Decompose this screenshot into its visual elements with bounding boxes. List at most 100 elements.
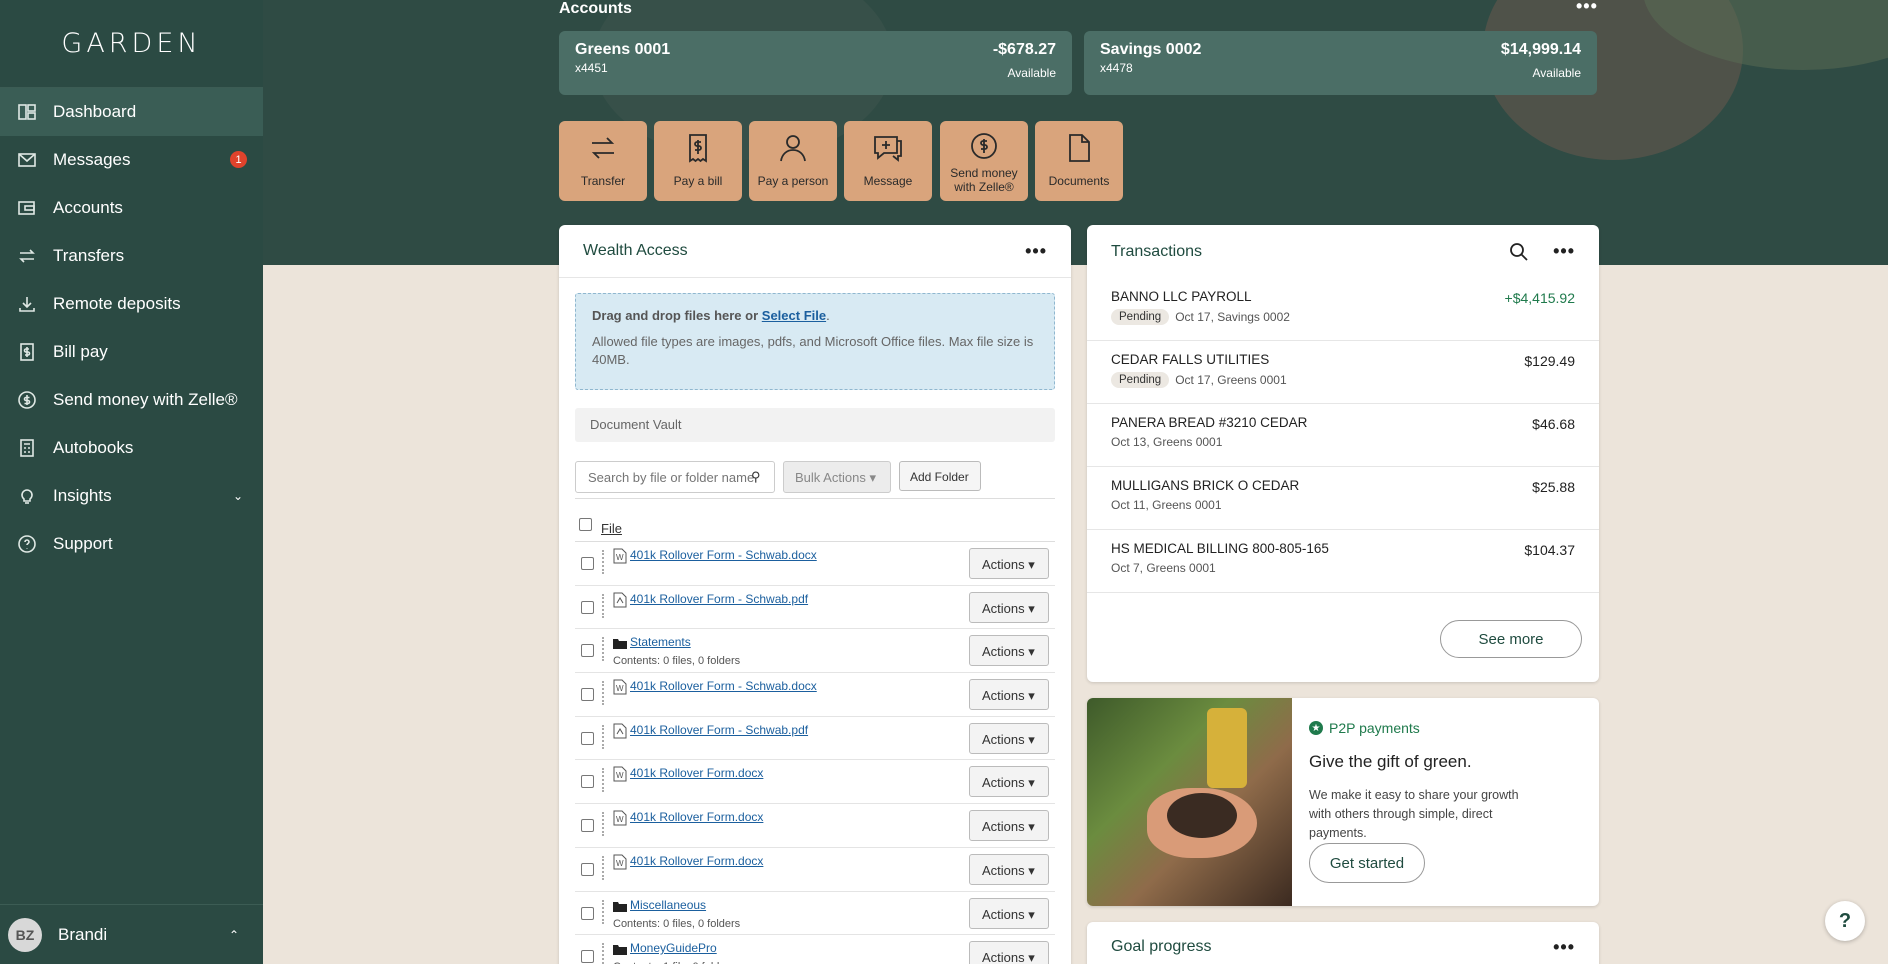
sidebar-item-transfers[interactable]: Transfers xyxy=(0,232,263,280)
row-checkbox[interactable] xyxy=(581,819,594,833)
sidebar-item-insights[interactable]: Insights ⌄ xyxy=(0,472,263,520)
more-icon[interactable]: ••• xyxy=(1553,241,1575,262)
quick-action-transfer[interactable]: Transfer xyxy=(559,121,647,201)
file-name-link[interactable]: 401k Rollover Form - Schwab.docx xyxy=(630,548,817,562)
file-name-link[interactable]: 401k Rollover Form - Schwab.docx xyxy=(630,679,817,693)
actions-dropdown[interactable]: Actions ▾ xyxy=(969,722,1049,754)
folder-icon xyxy=(613,941,627,957)
goal-progress-header: Goal progress ••• xyxy=(1087,922,1599,964)
accounts-more-icon[interactable]: ••• xyxy=(1576,0,1598,17)
quick-action-documents[interactable]: Documents xyxy=(1035,121,1123,201)
wealth-access-card: Wealth Access ••• Drag and drop files he… xyxy=(559,225,1071,964)
more-icon[interactable]: ••• xyxy=(1553,937,1575,958)
drag-handle[interactable] xyxy=(602,943,604,964)
select-all-checkbox[interactable] xyxy=(579,518,592,531)
drag-handle[interactable] xyxy=(602,812,604,837)
search-icon[interactable] xyxy=(1509,242,1529,262)
sidebar-item-autobooks[interactable]: Autobooks xyxy=(0,424,263,472)
user-menu[interactable]: BZ Brandi ⌃ xyxy=(0,904,263,964)
promo-tag-label: P2P payments xyxy=(1329,720,1420,736)
transactions-header: Transactions ••• xyxy=(1087,225,1599,278)
drag-handle[interactable] xyxy=(602,681,604,706)
caret-down-icon: ▾ xyxy=(1028,688,1035,704)
row-checkbox[interactable] xyxy=(581,644,594,658)
actions-dropdown[interactable]: Actions ▾ xyxy=(969,941,1049,964)
sidebar-item-zelle[interactable]: Send money with Zelle® xyxy=(0,376,263,424)
sidebar-item-remote-deposits[interactable]: Remote deposits xyxy=(0,280,263,328)
drag-handle[interactable] xyxy=(602,550,604,574)
quick-action-zelle[interactable]: Send money with Zelle® xyxy=(940,121,1028,201)
more-icon[interactable]: ••• xyxy=(1025,241,1047,262)
actions-dropdown[interactable]: Actions ▾ xyxy=(969,897,1049,929)
actions-dropdown[interactable]: Actions ▾ xyxy=(969,853,1049,885)
row-checkbox[interactable] xyxy=(581,557,594,570)
pending-badge: Pending xyxy=(1111,309,1170,325)
file-column-header[interactable]: File xyxy=(601,521,622,536)
quick-action-pay-bill[interactable]: Pay a bill xyxy=(654,121,742,201)
drag-handle[interactable] xyxy=(602,768,604,793)
sidebar-nav: Dashboard Messages 1 Accounts Transfers … xyxy=(0,88,263,568)
row-checkbox[interactable] xyxy=(581,862,594,876)
file-name-link[interactable]: 401k Rollover Form - Schwab.pdf xyxy=(630,723,808,737)
row-checkbox[interactable] xyxy=(581,775,594,789)
drag-handle[interactable] xyxy=(602,637,604,662)
help-circle-icon xyxy=(16,533,38,555)
help-button[interactable]: ? xyxy=(1825,901,1865,941)
file-name-link[interactable]: Miscellaneous xyxy=(630,898,706,912)
file-drop-zone[interactable]: Drag and drop files here or Select File.… xyxy=(575,293,1055,390)
sidebar-item-support[interactable]: Support xyxy=(0,520,263,568)
sidebar-item-messages[interactable]: Messages 1 xyxy=(0,136,263,184)
sidebar-item-dashboard[interactable]: Dashboard xyxy=(0,88,263,136)
bulk-actions-dropdown[interactable]: Bulk Actions ▾ xyxy=(783,461,891,493)
row-checkbox[interactable] xyxy=(581,600,594,614)
file-name-link[interactable]: MoneyGuidePro xyxy=(630,941,717,955)
sidebar-item-accounts[interactable]: Accounts xyxy=(0,184,263,232)
actions-dropdown[interactable]: Actions ▾ xyxy=(969,679,1049,711)
search-icon: ⚲ xyxy=(751,469,761,484)
transaction-row[interactable]: BANNO LLC PAYROLL Pending Oct 17, Savings … xyxy=(1087,278,1599,341)
sidebar-item-label: Accounts xyxy=(53,198,123,217)
actions-dropdown[interactable]: Actions ▾ xyxy=(969,635,1049,667)
sidebar-item-bill-pay[interactable]: Bill pay xyxy=(0,328,263,376)
file-name-link[interactable]: 401k Rollover Form.docx xyxy=(630,766,763,780)
boot-shape xyxy=(1207,708,1247,788)
row-checkbox[interactable] xyxy=(581,950,594,964)
row-checkbox[interactable] xyxy=(581,688,594,702)
row-checkbox[interactable] xyxy=(581,906,594,920)
quick-action-label: Message xyxy=(863,174,913,188)
see-more-button[interactable]: See more xyxy=(1440,620,1582,658)
drag-handle[interactable] xyxy=(602,724,604,749)
add-folder-button[interactable]: Add Folder xyxy=(899,461,981,491)
file-name-link[interactable]: Statements xyxy=(630,635,691,649)
account-card-greens[interactable]: Greens 0001 x4451 -$678.27 Available xyxy=(559,31,1072,95)
actions-dropdown[interactable]: Actions ▾ xyxy=(969,810,1049,842)
accounts-title: Accounts xyxy=(559,0,632,17)
drag-handle[interactable] xyxy=(602,855,604,880)
row-checkbox[interactable] xyxy=(581,731,594,745)
file-name-link[interactable]: 401k Rollover Form.docx xyxy=(630,854,763,868)
quick-action-message[interactable]: Message xyxy=(844,121,932,201)
chevron-down-icon: ⌄ xyxy=(232,489,243,503)
quick-action-pay-person[interactable]: Pay a person xyxy=(749,121,837,201)
actions-dropdown[interactable]: Actions ▾ xyxy=(969,548,1049,579)
account-card-savings[interactable]: Savings 0002 x4478 $14,999.14 Available xyxy=(1084,31,1597,95)
drag-handle[interactable] xyxy=(602,899,604,924)
transaction-row[interactable]: MULLIGANS BRICK O CEDAR Oct 11, Greens 00… xyxy=(1087,467,1599,530)
get-started-button[interactable]: Get started xyxy=(1309,843,1425,883)
file-name-link[interactable]: 401k Rollover Form.docx xyxy=(630,810,763,824)
actions-dropdown[interactable]: Actions ▾ xyxy=(969,591,1049,623)
transaction-amount: +$4,415.92 xyxy=(1504,290,1575,306)
app-logo[interactable]: GARDEN xyxy=(0,0,263,88)
transaction-row[interactable]: CEDAR FALLS UTILITIES Pending Oct 17, Gree… xyxy=(1087,341,1599,404)
file-name-link[interactable]: 401k Rollover Form - Schwab.pdf xyxy=(630,592,808,606)
select-file-link[interactable]: Select File xyxy=(762,308,826,323)
pending-badge: Pending xyxy=(1111,372,1170,388)
transaction-row[interactable]: PANERA BREAD #3210 CEDAR Oct 13, Greens 0… xyxy=(1087,404,1599,467)
lightbulb-icon xyxy=(16,485,38,507)
actions-dropdown[interactable]: Actions ▾ xyxy=(969,766,1049,798)
transaction-row[interactable]: HS MEDICAL BILLING 800-805-165 Oct 7, Gre… xyxy=(1087,530,1599,593)
transfer-icon xyxy=(591,137,615,159)
pdf-file-icon xyxy=(613,723,627,739)
drag-handle[interactable] xyxy=(602,593,604,618)
file-search-input[interactable] xyxy=(575,461,775,493)
